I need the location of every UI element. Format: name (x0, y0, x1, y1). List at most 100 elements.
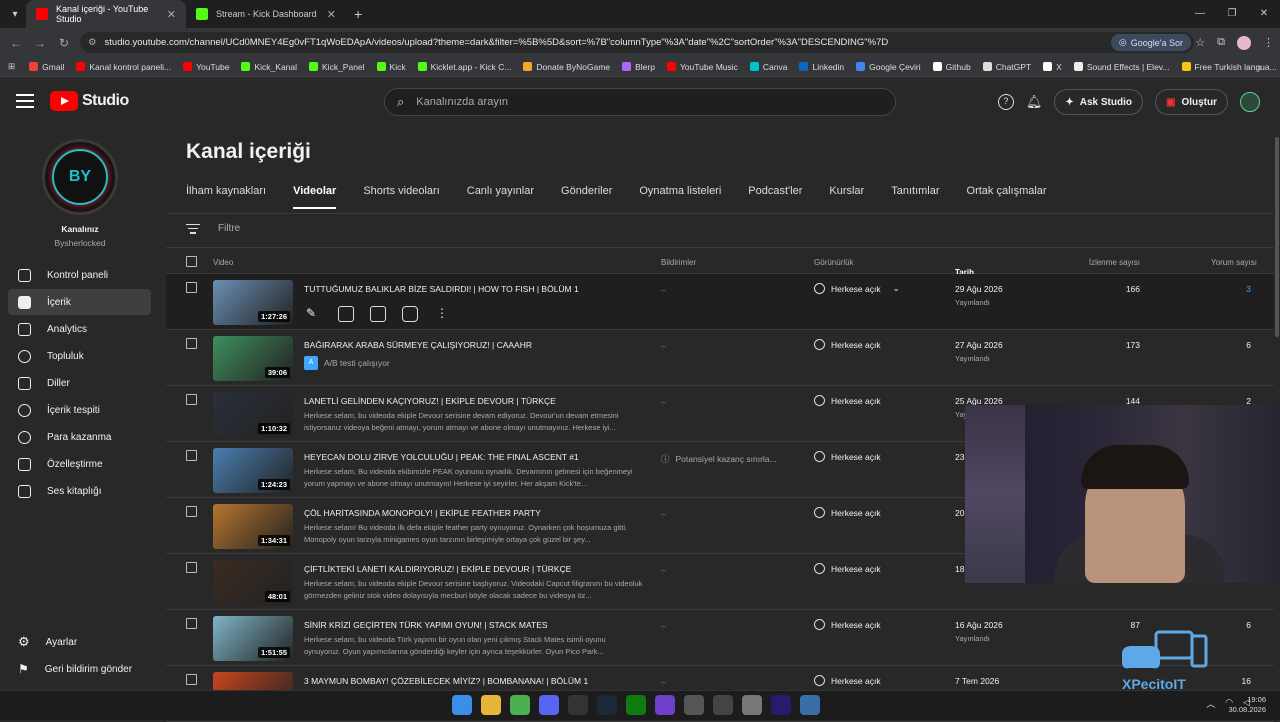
windows-start-icon[interactable] (452, 695, 472, 715)
app-icon[interactable] (800, 695, 820, 715)
app-icon[interactable] (684, 695, 704, 715)
video-title[interactable]: ÇÖL HARİTASINDA MONOPOLY! | EKİPLE FEATH… (304, 508, 541, 518)
video-title[interactable]: SİNİR KRİZİ GEÇİRTEN TÜRK YAPIMI OYUN! |… (304, 620, 548, 630)
video-thumbnail[interactable]: 48:01 (213, 560, 293, 605)
account-avatar[interactable] (1240, 92, 1260, 112)
table-row[interactable]: 1:51:55 SİNİR KRİZİ GEÇİRTEN TÜRK YAPIMI … (166, 610, 1274, 666)
new-tab-icon[interactable]: + (354, 6, 362, 22)
github-desktop-icon[interactable] (655, 695, 675, 715)
notifications-bell-icon[interactable]: 🔔︎ (1026, 94, 1043, 110)
row-checkbox[interactable] (186, 618, 197, 629)
ask-studio-button[interactable]: ✦ Ask Studio (1054, 89, 1143, 115)
sidebar-item-content-detection[interactable]: İçerik tespiti (8, 397, 151, 423)
chrome-icon[interactable] (510, 695, 530, 715)
apps-grid-icon[interactable]: ⊞ (8, 61, 15, 72)
settings-button[interactable]: ⚙ Ayarlar (8, 629, 158, 655)
url-bar[interactable]: ⚙ studio.youtube.com/channel/UCd0MNEY4Eg… (80, 32, 1194, 53)
bookmarks-overflow-icon[interactable]: » (1257, 62, 1262, 72)
video-title[interactable]: TUTTUĞUMUZ BALIKLAR BİZE SALDIRDI! | HOW… (304, 284, 579, 294)
browser-tab-studio[interactable]: Kanal içeriği - YouTube Studio ✕ (26, 0, 186, 28)
row-checkbox[interactable] (186, 450, 197, 461)
visibility-selector[interactable]: Herkese açık (814, 395, 881, 406)
browser-tab-kick[interactable]: Stream - Kick Dashboard ✕ (186, 0, 346, 28)
reload-icon[interactable]: ↻ (52, 36, 76, 50)
minimize-icon[interactable]: — (1184, 0, 1216, 28)
tab-9[interactable]: Ortak çalışmalar (967, 185, 1047, 209)
row-checkbox[interactable] (186, 506, 197, 517)
row-checkbox[interactable] (186, 338, 197, 349)
filter-icon[interactable] (186, 223, 200, 234)
video-thumbnail[interactable]: 1:24:23 (213, 448, 293, 493)
browser-menu-icon[interactable]: ⋮ (1263, 36, 1274, 49)
select-all-checkbox[interactable] (186, 256, 197, 267)
row-checkbox[interactable] (186, 562, 197, 573)
tab-search-icon[interactable]: ▾ (4, 3, 26, 25)
bookmark-item[interactable]: Kick_Kanal (235, 62, 303, 72)
channel-avatar[interactable]: BY (42, 139, 118, 215)
tab-0[interactable]: İlham kaynakları (186, 185, 266, 209)
discord-icon[interactable] (539, 695, 559, 715)
help-icon[interactable]: ? (997, 94, 1014, 110)
tab-7[interactable]: Kurslar (829, 185, 864, 209)
bookmark-item[interactable]: YouTube Music (661, 62, 744, 72)
bookmark-item[interactable]: Kick_Panel (303, 62, 371, 72)
bookmark-star-icon[interactable]: ☆ (1195, 36, 1205, 49)
tab-3[interactable]: Canlı yayınlar (467, 185, 534, 209)
bookmark-item[interactable]: Kanal kontrol paneli... (70, 62, 177, 72)
bookmark-item[interactable]: Free Turkish langua... (1176, 62, 1280, 72)
bookmark-item[interactable]: Linkedin (793, 62, 850, 72)
steam-icon[interactable] (597, 695, 617, 715)
bookmark-item[interactable]: ChatGPT (977, 62, 1037, 72)
restore-icon[interactable]: ❐ (1216, 0, 1248, 28)
menu-hamburger-icon[interactable] (16, 94, 34, 108)
visibility-selector[interactable]: Herkese açık (814, 507, 881, 518)
comments-icon[interactable] (370, 306, 386, 322)
comment-count[interactable]: 3 (1246, 284, 1251, 294)
sidebar-item-content[interactable]: İçerik (8, 289, 151, 315)
row-checkbox[interactable] (186, 282, 197, 293)
create-button[interactable]: ▣ Oluştur (1154, 89, 1228, 115)
row-checkbox[interactable] (186, 674, 197, 685)
youtube-view-icon[interactable] (402, 306, 418, 322)
video-title[interactable]: 3 MAYMUN BOMBAY! ÇÖZEBİLECEK MİYİZ? | BO… (304, 676, 588, 686)
bookmark-item[interactable]: Sound Effects | Elev... (1068, 62, 1176, 72)
table-row[interactable]: 39:06 BAĞIRARAK ARABA SÜRMEYE ÇALIŞIYORUZ… (166, 330, 1274, 386)
video-title[interactable]: BAĞIRARAK ARABA SÜRMEYE ÇALIŞIYORUZ! | C… (304, 340, 532, 350)
edit-pencil-icon[interactable]: ✎ (306, 306, 322, 322)
forward-icon[interactable]: → (28, 36, 52, 50)
filter-bar[interactable]: Filtre (186, 216, 1266, 241)
visibility-selector[interactable]: Herkese açık (814, 451, 881, 462)
back-icon[interactable]: ← (4, 36, 28, 50)
sidebar-item-monetization[interactable]: Para kazanma (8, 424, 151, 450)
google-ask-button[interactable]: ◎ Google'a Sor (1110, 34, 1191, 51)
table-row[interactable]: 1:27:26 TUTTUĞUMUZ BALIKLAR BİZE SALDIRDI… (166, 274, 1274, 330)
window-close-icon[interactable]: ✕ (1248, 0, 1280, 28)
tab-4[interactable]: Gönderiler (561, 185, 612, 209)
studio-logo[interactable]: Studio (50, 91, 129, 111)
monetization-warning[interactable]: ⓘ Potansiyel kazanç sınırla... (661, 453, 777, 465)
profile-avatar[interactable] (1237, 35, 1251, 50)
video-thumbnail[interactable]: 1:34:31 (213, 504, 293, 549)
tab-1[interactable]: Videolar (293, 185, 337, 209)
tab-2[interactable]: Shorts videoları (363, 185, 439, 209)
sidebar-item-analytics[interactable]: Analytics (8, 316, 151, 342)
bookmark-item[interactable]: Github (927, 62, 977, 72)
xbox-icon[interactable] (626, 695, 646, 715)
visibility-selector[interactable]: Herkese açık (814, 675, 881, 686)
bookmark-item[interactable]: Kick (371, 62, 412, 72)
video-thumbnail[interactable]: 1:10:32 (213, 392, 293, 437)
tab-8[interactable]: Tanıtımlar (891, 185, 939, 209)
visibility-selector[interactable]: Herkese açık ⌄ (814, 283, 900, 294)
tray-chevron-icon[interactable]: ︿ (1206, 697, 1215, 710)
bookmark-item[interactable]: Gmail (23, 62, 70, 72)
bookmark-item[interactable]: Donate ByNoGame (517, 62, 616, 72)
bookmark-item[interactable]: Google Çeviri (850, 62, 927, 72)
bookmark-item[interactable]: Kicklet.app - Kick C... (412, 62, 518, 72)
video-thumbnail[interactable]: 39:06 (213, 336, 293, 381)
more-options-icon[interactable]: ⋮ (434, 306, 450, 322)
bookmark-item[interactable]: X (1037, 62, 1068, 72)
sidebar-item-languages[interactable]: Diller (8, 370, 151, 396)
video-title[interactable]: HEYECAN DOLU ZİRVE YOLCULUĞU | PEAK: THE… (304, 452, 579, 462)
video-thumbnail[interactable]: 1:51:55 (213, 616, 293, 661)
app-icon[interactable] (742, 695, 762, 715)
